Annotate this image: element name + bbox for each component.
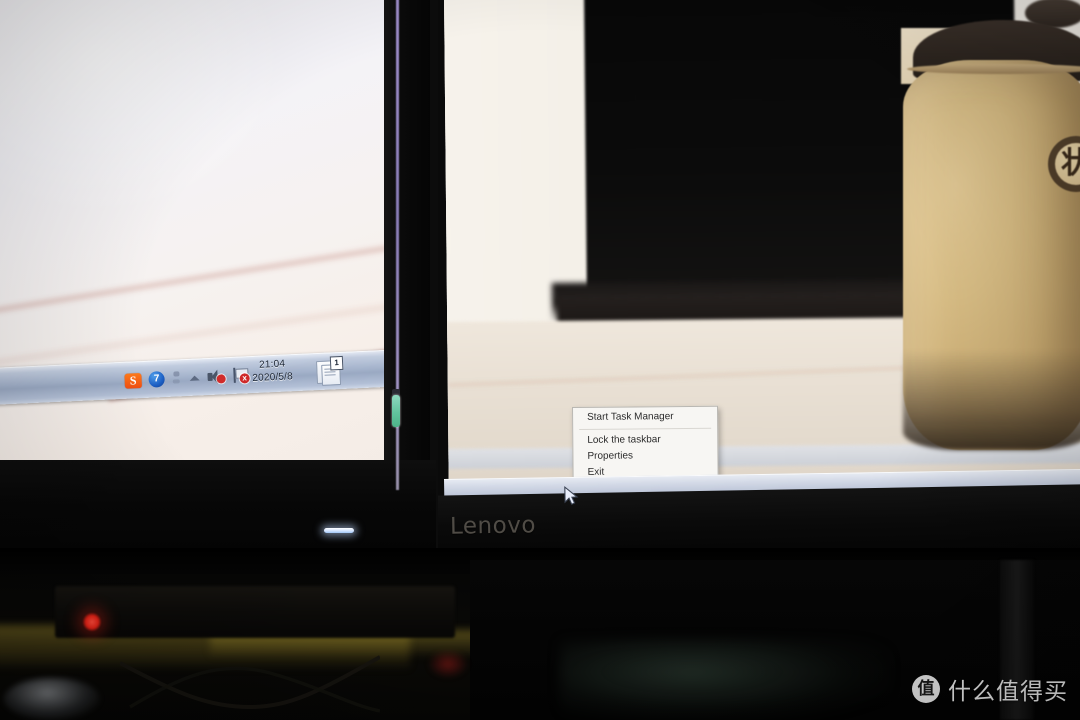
show-desktop-badge: 1 [329, 355, 344, 371]
mouse-device [4, 678, 100, 720]
show-desktop-icon[interactable]: 1 [315, 355, 344, 386]
clock-date: 2020/5/8 [252, 371, 294, 385]
left-monitor-bezel-bottom [0, 460, 436, 560]
left-monitor-power-led [324, 528, 354, 533]
router-device [55, 586, 455, 638]
menu-item-lock-the-taskbar[interactable]: Lock the taskbar [573, 432, 717, 449]
photo-scene: Start Task Manager Lock the taskbar Prop… [0, 0, 1080, 720]
taskbar-context-menu[interactable]: Start Task Manager Lock the taskbar Prop… [572, 405, 719, 485]
left-monitor-bezel-right [384, 0, 430, 540]
mouse-cursor-icon [564, 485, 579, 505]
show-hidden-icons-chevron-icon[interactable] [188, 371, 201, 384]
tray-misc-icon[interactable] [171, 371, 182, 385]
jar-rim [907, 64, 1080, 74]
shelf-green-reflection [560, 640, 890, 720]
taskbar-clock[interactable]: 21:04 2020/5/8 [239, 357, 306, 386]
volume-muted-icon[interactable] [207, 368, 226, 385]
system-tray: S 7 x [124, 357, 251, 399]
watermark: 值 什么值得买 [912, 672, 1068, 706]
jar-bottom-shading [903, 350, 1080, 450]
left-monitor-screen: S 7 x 21:04 2020/5/8 1 [0, 0, 386, 478]
ceramic-jar: 状 [901, 0, 1080, 450]
lenovo-brand-logo: Lenovo [449, 512, 537, 540]
menu-item-start-task-manager[interactable]: Start Task Manager [573, 409, 717, 426]
browser-blue-icon[interactable]: 7 [148, 371, 165, 388]
scrollbar-thumb[interactable] [392, 395, 400, 427]
menu-separator [579, 427, 712, 430]
jar-emblem-glyph: 状 [1061, 146, 1080, 181]
shelf-red-reflection [428, 650, 468, 678]
sogou-input-icon[interactable]: S [124, 372, 142, 389]
left-monitor: S 7 x 21:04 2020/5/8 1 [0, 0, 438, 560]
router-led-icon [82, 612, 102, 632]
watermark-text: 什么值得买 [948, 679, 1068, 705]
cable [120, 655, 380, 713]
menu-item-properties[interactable]: Properties [573, 448, 717, 465]
left-wallpaper-glow [0, 0, 286, 218]
watermark-logo-icon: 值 [912, 675, 940, 703]
